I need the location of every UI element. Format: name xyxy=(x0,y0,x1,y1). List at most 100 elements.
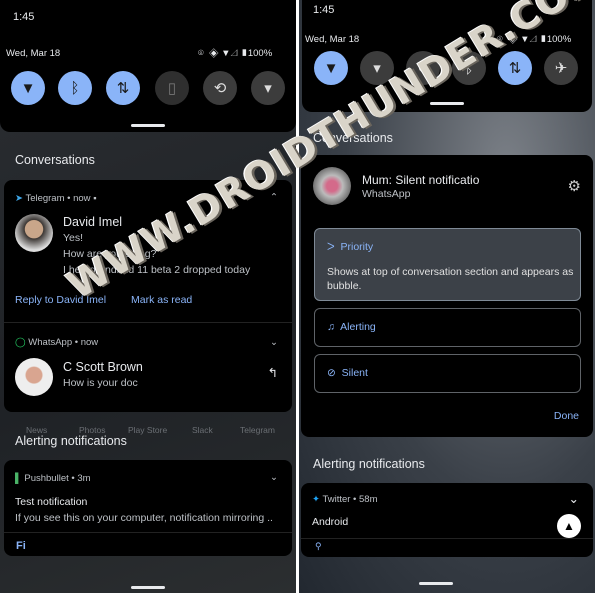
priority-option[interactable]: ᐳ Priority Shows at top of conversation … xyxy=(314,228,581,301)
app-label: Telegram xyxy=(240,425,275,435)
avatar-mum xyxy=(313,167,351,205)
message-line: Yes! xyxy=(63,232,84,244)
battery-saver-icon: ▯ xyxy=(167,80,177,97)
whatsapp-icon: ◯ xyxy=(15,337,26,348)
message-line: How are you doing? xyxy=(63,248,157,260)
done-button[interactable]: Done xyxy=(554,410,579,422)
silent-label: Silent xyxy=(341,367,368,379)
notification-title: Test notification xyxy=(15,496,88,508)
auto-rotate-icon: ⟲ xyxy=(213,80,227,97)
status-icons: ⌾ ◈ ▼◿ ▮100% xyxy=(497,34,572,45)
whatsapp-header: ◯ WhatsApp • now xyxy=(15,337,99,348)
twitter-card[interactable]: ✦ Twitter • 58m ⌄ Android ▲ ⚲ xyxy=(301,483,593,557)
date[interactable]: Wed, Mar 18 xyxy=(305,34,359,45)
quick-settings-panel: 1:45 Wed, Mar 18 ⌾ ◈ ▼◿ ▮100% ▼ ᛒ ⇅ ▯ ⟲ … xyxy=(0,0,296,132)
location-tile[interactable]: ⌾ xyxy=(406,51,440,85)
drag-handle[interactable] xyxy=(131,124,165,127)
airplane-tile[interactable]: ✈ xyxy=(544,51,578,85)
conversation-card: ➤ Telegram • now ▪ ⌃ David Imel Yes! How… xyxy=(4,180,292,412)
alerting-heading: Alerting notifications xyxy=(313,457,425,471)
quick-settings-panel: 1:45 Wed, Mar 18 ⌾ ◈ ▼◿ ▮100% ▼ ▾ ⌾ ᛒ ⇅ … xyxy=(302,0,592,112)
flashlight-icon: ▾ xyxy=(264,80,272,97)
bell-off-icon: ⊘ xyxy=(327,367,336,379)
location-icon: ⌾ xyxy=(418,59,428,77)
left-screen: 1:45 Wed, Mar 18 ⌾ ◈ ▼◿ ▮100% ▼ ᛒ ⇅ ▯ ⟲ … xyxy=(0,0,296,593)
dialog-app-name: WhatsApp xyxy=(362,188,411,200)
message-line: I heard Android 11 beta 2 dropped today xyxy=(63,264,251,276)
wifi-icon: ▼ xyxy=(20,79,36,97)
notification-settings-dialog: Mum: Silent notificatio WhatsApp ⚙ ᐳ Pri… xyxy=(301,155,593,437)
gear-icon[interactable]: ⚙ xyxy=(568,177,581,195)
data-icon: ⇅ xyxy=(508,60,522,77)
collapse-chevron-icon[interactable]: ⌃ xyxy=(270,192,278,203)
data-icon: ⇅ xyxy=(116,80,130,97)
reply-icon[interactable]: ↰ xyxy=(268,365,278,380)
wifi-tile[interactable]: ▼ xyxy=(11,71,45,105)
divider xyxy=(301,538,593,539)
conversations-heading: Conversations xyxy=(15,153,95,167)
bell-ringing-icon: ♫ xyxy=(327,321,335,333)
flashlight-icon: ▾ xyxy=(373,60,381,77)
data-tile[interactable]: ⇅ xyxy=(498,51,532,85)
expand-chevron-icon[interactable]: ⌄ xyxy=(270,337,278,348)
location-icon: ⌾ xyxy=(198,48,204,59)
bluetooth-icon: ᛒ xyxy=(464,59,474,77)
dialog-title: Mum: Silent notificatio xyxy=(362,173,480,187)
flashlight-tile[interactable]: ▾ xyxy=(360,51,394,85)
battery-saver-tile[interactable]: ▯ xyxy=(155,71,189,105)
cell-signal-icon: ◿ xyxy=(230,48,238,59)
sender-name: C Scott Brown xyxy=(63,360,143,374)
status-icons: ⌾ ◈ ▼◿ ▮100% xyxy=(198,48,273,59)
auto-rotate-tile[interactable]: ⟲ xyxy=(203,71,237,105)
twitter-header: ✦ Twitter • 58m xyxy=(312,494,378,505)
telegram-header: ➤ Telegram • now ▪ xyxy=(15,193,97,204)
right-screen: 1:45 Wed, Mar 18 ⌾ ◈ ▼◿ ▮100% ▼ ▾ ⌾ ᛒ ⇅ … xyxy=(299,0,595,593)
vibrate-icon: ◈ xyxy=(208,48,219,59)
date[interactable]: Wed, Mar 18 xyxy=(6,48,60,59)
mark-as-read-button[interactable]: Mark as read xyxy=(131,294,192,306)
battery-icon: ▮ xyxy=(539,34,547,45)
cell-signal-icon: ◿ xyxy=(529,34,537,45)
avatar-scott xyxy=(15,358,53,396)
wifi-signal-icon: ▼ xyxy=(221,48,231,59)
drag-handle[interactable] xyxy=(430,102,464,105)
twitter-icon: ✦ xyxy=(312,494,320,505)
expand-chevron-icon[interactable]: ⌄ xyxy=(569,491,579,506)
alerting-option[interactable]: ♫ Alerting xyxy=(314,308,581,347)
data-tile[interactable]: ⇅ xyxy=(106,71,140,105)
alerting-heading: Alerting notifications xyxy=(15,434,127,448)
divider xyxy=(4,532,292,533)
pin-icon: ⚲ xyxy=(315,541,322,551)
wifi-signal-icon: ▼ xyxy=(520,34,530,45)
pushbullet-card[interactable]: ▌ Pushbullet • 3m ⌄ Test notification If… xyxy=(4,460,292,556)
bluetooth-icon: ᛒ xyxy=(70,79,80,97)
battery-icon: ▮ xyxy=(240,48,248,59)
conversations-heading: Conversations xyxy=(313,131,393,145)
divider xyxy=(4,322,292,323)
wifi-tile[interactable]: ▼ xyxy=(314,51,348,85)
location-icon: ⌾ xyxy=(497,34,503,45)
home-handle[interactable] xyxy=(131,586,165,589)
wifi-icon: ▼ xyxy=(323,59,339,77)
bluetooth-tile[interactable]: ᛒ xyxy=(58,71,92,105)
google-fi-icon: Fi xyxy=(16,540,26,552)
vibrate-icon: ◈ xyxy=(507,34,518,45)
priority-label: ᐳ Priority xyxy=(327,241,374,253)
app-label: Slack xyxy=(192,425,213,435)
telegram-icon: ➤ xyxy=(15,193,23,204)
pushbullet-header: ▌ Pushbullet • 3m xyxy=(15,473,91,484)
flashlight-tile[interactable]: ▾ xyxy=(251,71,285,105)
silent-option[interactable]: ⊘ Silent xyxy=(314,354,581,393)
airplane-icon: ✈ xyxy=(554,60,568,77)
clock: 1:45 xyxy=(313,4,335,16)
reply-button[interactable]: Reply to David Imel xyxy=(15,294,106,306)
message-preview: How is your doc xyxy=(63,377,138,389)
clock: 1:45 xyxy=(13,11,35,23)
home-handle[interactable] xyxy=(419,582,453,585)
expand-chevron-icon[interactable]: ⌄ xyxy=(270,472,278,483)
bluetooth-tile[interactable]: ᛒ xyxy=(452,51,486,85)
avatar-david xyxy=(15,214,53,252)
pushbullet-icon: ▌ xyxy=(15,473,22,484)
priority-icon: ᐳ xyxy=(327,241,335,253)
bell-icon: ▪ xyxy=(93,193,97,204)
